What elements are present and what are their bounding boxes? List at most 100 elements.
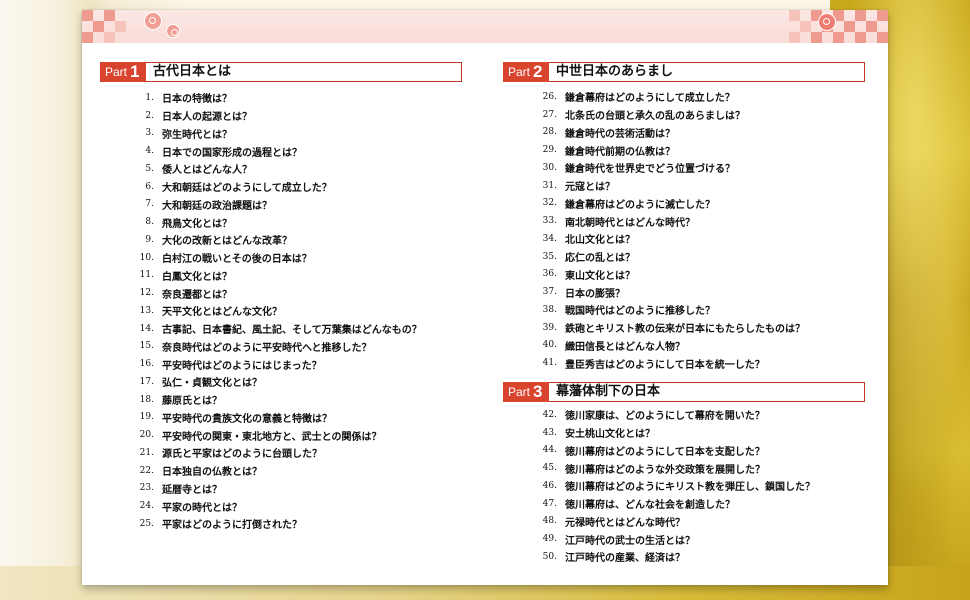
question-text: 弘仁・貞観文化とは？ <box>162 378 262 390</box>
list-item: 10. 白村江の戦いとその後の日本は？ <box>122 249 422 267</box>
question-text: 江戸時代の産業、経済は？ <box>565 553 685 565</box>
question-number: 1. <box>145 92 154 103</box>
question-text: 日本独自の仏教とは？ <box>162 467 262 479</box>
list-item: 16. 平安時代はどのようにはじまった？ <box>122 355 422 373</box>
question-text: 飛鳥文化とは？ <box>162 218 232 230</box>
question-number: 35. <box>542 251 557 262</box>
question-text: 江戸時代の武士の生活とは？ <box>565 535 695 547</box>
question-number: 32. <box>542 198 557 209</box>
question-text: 平安時代の関東・東北地方と、武士との関係は？ <box>162 431 382 443</box>
part-3-tag: Part 3 <box>503 382 549 402</box>
question-number: 17. <box>139 376 154 387</box>
question-text: 藤原氏とは？ <box>162 396 222 408</box>
question-number: 49. <box>542 534 557 545</box>
question-text: 白鳳文化とは？ <box>162 271 232 283</box>
list-item: 46. 徳川幕府はどのようにキリスト教を弾圧し、鎖国した？ <box>525 477 815 495</box>
list-item: 35. 応仁の乱とは？ <box>525 248 805 266</box>
part-2-title: 中世日本のあらまし <box>556 64 674 79</box>
part-2-tag: Part 2 <box>503 62 549 82</box>
question-number: 26. <box>542 91 557 102</box>
list-item: 34. 北山文化とは？ <box>525 230 805 248</box>
question-text: 豊臣秀吉はどのようにして日本を統一した？ <box>565 359 765 371</box>
question-text: 奈良遷都とは？ <box>162 289 232 301</box>
question-text: 織田信長とはどんな人物？ <box>565 341 685 353</box>
question-number: 7. <box>145 199 154 210</box>
part-word: Part <box>508 65 531 79</box>
list-item: 9. 大化の改新とはどんな改革？ <box>122 231 422 249</box>
question-number: 23. <box>139 483 154 494</box>
list-item: 45. 徳川幕府はどのような外交政策を展開した？ <box>525 459 815 477</box>
question-number: 19. <box>139 412 154 423</box>
question-number: 6. <box>145 181 154 192</box>
part-3-header: Part 3 幕藩体制下の日本 <box>503 382 865 402</box>
list-item: 21. 源氏と平家はどのように台頭した？ <box>122 444 422 462</box>
question-number: 44. <box>542 445 557 456</box>
question-number: 37. <box>542 287 557 298</box>
question-text: 弥生時代とは？ <box>162 129 232 141</box>
question-text: 源氏と平家はどのように台頭した？ <box>162 449 322 461</box>
question-number: 28. <box>542 127 557 138</box>
part-word: Part <box>105 65 128 79</box>
list-item: 37. 日本の膨張？ <box>525 283 805 301</box>
part-1-title: 古代日本とは <box>153 64 232 79</box>
flower-crest-icon <box>166 24 180 38</box>
question-text: 平家はどのように打倒された？ <box>162 520 302 532</box>
list-item: 11. 白鳳文化とは？ <box>122 267 422 285</box>
list-item: 19. 平安時代の貴族文化の意義と特徴は？ <box>122 409 422 427</box>
contents-page: Part 1 古代日本とは 1. 日本の特徴は？ 2. 日本人の起源とは？ 3. 弥生… <box>82 10 888 585</box>
question-text: 日本人の起源とは？ <box>162 112 252 124</box>
question-text: 元禄時代とはどんな時代？ <box>565 517 685 529</box>
list-item: 14. 古事記、日本書紀、風土記、そして万葉集はどんなもの？ <box>122 320 422 338</box>
question-text: 安土桃山文化とは？ <box>565 429 655 441</box>
list-item: 33. 南北朝時代とはどんな時代？ <box>525 212 805 230</box>
question-text: 徳川幕府はどのようにキリスト教を弾圧し、鎖国した？ <box>565 482 815 494</box>
question-text: 日本の膨張？ <box>565 288 625 300</box>
question-number: 12. <box>139 288 154 299</box>
list-item: 27. 北条氏の台頭と承久の乱のあらましは？ <box>525 106 805 124</box>
question-text: 奈良時代はどのように平安時代へと推移した？ <box>162 342 372 354</box>
question-number: 29. <box>542 145 557 156</box>
question-text: 南北朝時代とはどんな時代？ <box>565 217 695 229</box>
question-number: 5. <box>145 163 154 174</box>
list-item: 36. 東山文化とは？ <box>525 266 805 284</box>
question-text: 徳川家康は、どのようにして幕府を開いた？ <box>565 411 765 423</box>
list-item: 43. 安土桃山文化とは？ <box>525 424 815 442</box>
question-number: 48. <box>542 516 557 527</box>
list-item: 29. 鎌倉時代前期の仏教は？ <box>525 141 805 159</box>
question-number: 39. <box>542 322 557 333</box>
list-item: 24. 平家の時代とは？ <box>122 497 422 515</box>
list-item: 39. 鉄砲とキリスト教の伝来が日本にもたらしたものは？ <box>525 319 805 337</box>
part-number: 1 <box>130 62 140 81</box>
question-text: 古事記、日本書紀、風土記、そして万葉集はどんなもの？ <box>162 325 422 337</box>
list-item: 2. 日本人の起源とは？ <box>122 107 422 125</box>
question-text: 徳川幕府は、どんな社会を創造した？ <box>565 500 735 512</box>
question-number: 10. <box>139 252 154 263</box>
list-item: 40. 織田信長とはどんな人物？ <box>525 337 805 355</box>
question-number: 45. <box>542 463 557 474</box>
list-item: 42. 徳川家康は、どのようにして幕府を開いた？ <box>525 406 815 424</box>
part-3-title: 幕藩体制下の日本 <box>556 384 661 399</box>
question-number: 2. <box>145 110 154 121</box>
question-number: 25. <box>139 518 154 529</box>
list-item: 32. 鎌倉幕府はどのように滅亡した？ <box>525 195 805 213</box>
question-text: 平安時代はどのようにはじまった？ <box>162 360 322 372</box>
question-text: 平安時代の貴族文化の意義と特徴は？ <box>162 413 332 425</box>
part-number: 3 <box>533 382 543 401</box>
question-number: 40. <box>542 340 557 351</box>
list-item: 49. 江戸時代の武士の生活とは？ <box>525 530 815 548</box>
question-number: 34. <box>542 233 557 244</box>
question-text: 大化の改新とはどんな改革？ <box>162 236 292 248</box>
question-number: 41. <box>542 358 557 369</box>
question-number: 31. <box>542 180 557 191</box>
list-item: 5. 倭人とはどんな人？ <box>122 160 422 178</box>
part-2-question-list: 26. 鎌倉幕府はどのようにして成立した？ 27. 北条氏の台頭と承久の乱のあらまし… <box>525 88 805 372</box>
question-text: 応仁の乱とは？ <box>565 253 635 265</box>
list-item: 47. 徳川幕府は、どんな社会を創造した？ <box>525 495 815 513</box>
question-text: 日本の特徴は？ <box>162 94 232 106</box>
list-item: 20. 平安時代の関東・東北地方と、武士との関係は？ <box>122 426 422 444</box>
question-text: 元寇とは？ <box>565 182 615 194</box>
question-text: 北山文化とは？ <box>565 235 635 247</box>
part-2-header: Part 2 中世日本のあらまし <box>503 62 865 82</box>
list-item: 31. 元寇とは？ <box>525 177 805 195</box>
list-item: 23. 延暦寺とは？ <box>122 480 422 498</box>
